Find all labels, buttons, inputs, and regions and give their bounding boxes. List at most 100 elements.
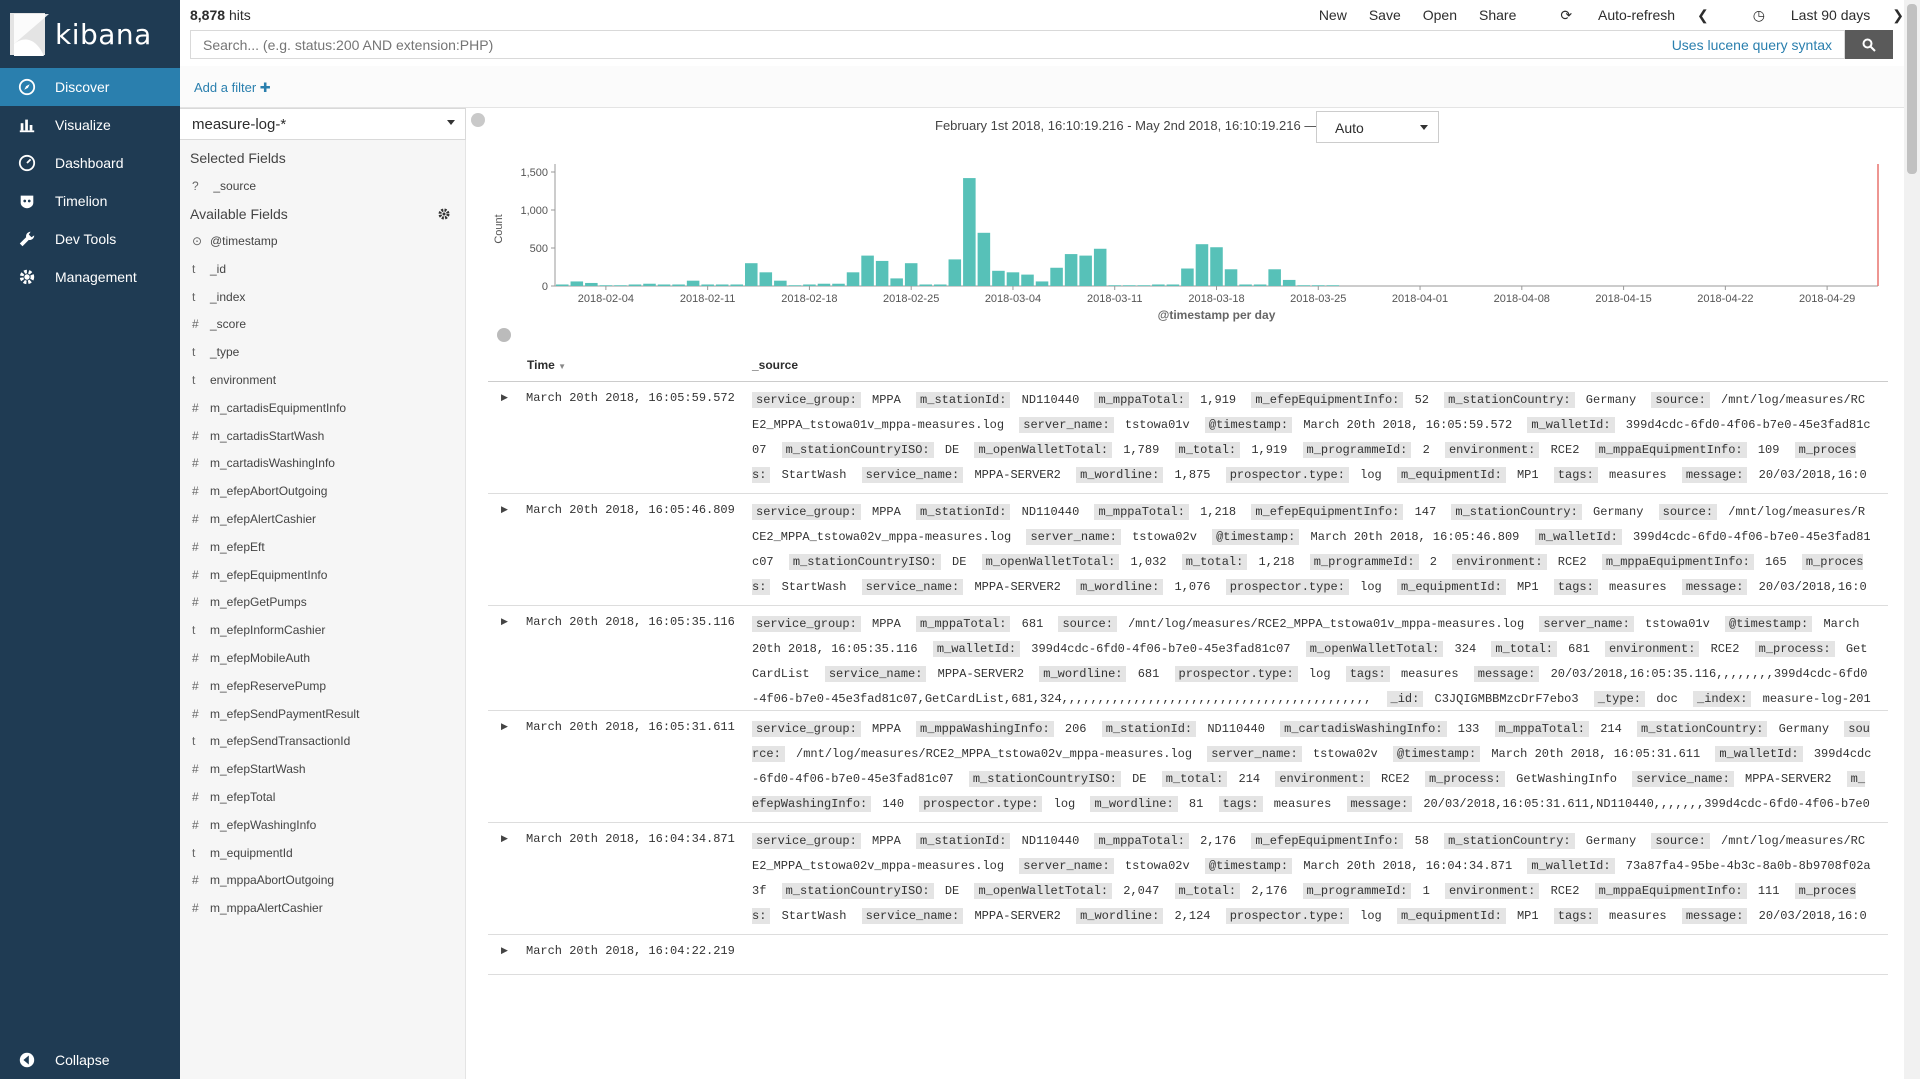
- add-filter-button[interactable]: Add a filter ✚: [194, 80, 271, 96]
- source-key: m_wordline:: [1039, 666, 1127, 682]
- expand-row-icon[interactable]: ▶: [501, 945, 508, 956]
- source-value: RCE2: [1550, 443, 1580, 457]
- open-button[interactable]: Open: [1423, 7, 1457, 23]
- field-item[interactable]: # m_mppaAbortOutgoing: [192, 873, 334, 887]
- table-row[interactable]: ▶ March 20th 2018, 16:04:22.219: [488, 935, 1888, 975]
- table-row[interactable]: ▶ March 20th 2018, 16:05:31.611 service_gr…: [488, 711, 1888, 823]
- field-item[interactable]: # m_efepMobileAuth: [192, 651, 310, 665]
- field-item[interactable]: # m_efepWashingInfo: [192, 818, 316, 832]
- field-item[interactable]: # m_efepStartWash: [192, 762, 306, 776]
- table-row[interactable]: ▶ March 20th 2018, 16:04:34.871 service_gr…: [488, 823, 1888, 935]
- source-value: 214: [1600, 722, 1622, 736]
- nav-item-visualize[interactable]: Visualize: [0, 106, 180, 144]
- source-value: RCE2: [1710, 642, 1740, 656]
- kibana-logo[interactable]: kibana: [0, 0, 180, 68]
- field-settings-gear-icon[interactable]: [438, 208, 450, 220]
- nav-item-dashboard[interactable]: Dashboard: [0, 144, 180, 182]
- histogram-bar: [1050, 267, 1063, 286]
- source-key: _id:: [1386, 691, 1424, 707]
- source-value: DE: [944, 884, 960, 898]
- compass-icon: [17, 77, 37, 97]
- field-item[interactable]: # m_efepTotal: [192, 790, 275, 804]
- auto-refresh-button[interactable]: ⟳ Auto-refresh: [1538, 7, 1675, 24]
- field-name: m_efepStartWash: [210, 762, 306, 777]
- field-item[interactable]: # m_efepEft: [192, 540, 265, 554]
- field-item[interactable]: # m_cartadisStartWash: [192, 429, 324, 443]
- time-next-button[interactable]: ❯: [1892, 7, 1904, 24]
- interval-select[interactable]: Auto: [1316, 111, 1439, 143]
- search-input[interactable]: [191, 31, 1391, 58]
- expand-row-icon[interactable]: ▶: [501, 392, 508, 403]
- kibana-logo-icon: [10, 13, 49, 56]
- sidebar-collapse-icon[interactable]: [471, 113, 485, 127]
- source-value: MP1: [1516, 580, 1539, 594]
- expand-row-icon[interactable]: ▶: [501, 833, 508, 844]
- row-source: service_group: MPPA m_mppaTotal: 681 sou…: [752, 612, 1872, 709]
- field-item[interactable]: t m_efepInformCashier: [192, 623, 325, 637]
- source-value: 324: [1454, 642, 1477, 656]
- source-value: DE: [1132, 772, 1147, 786]
- source-value: 2,124: [1174, 909, 1211, 923]
- source-key: m_openWalletTotal:: [1305, 641, 1444, 657]
- time-column-header[interactable]: Time ▼: [527, 358, 566, 372]
- field-item[interactable]: # m_efepEquipmentInfo: [192, 568, 327, 582]
- field-item[interactable]: # m_efepAlertCashier: [192, 512, 316, 526]
- field-item[interactable]: t m_efepSendTransactionId: [192, 734, 350, 748]
- selected-field-item[interactable]: ? _source: [192, 179, 256, 193]
- field-item[interactable]: t _id: [192, 262, 226, 276]
- time-picker-button[interactable]: ◷ Last 90 days: [1731, 7, 1871, 24]
- expand-row-icon[interactable]: ▶: [501, 616, 508, 627]
- table-row[interactable]: ▶ March 20th 2018, 16:05:35.116 service_gr…: [488, 606, 1888, 711]
- field-item[interactable]: # m_efepReservePump: [192, 679, 326, 693]
- histogram-bar: [803, 284, 816, 286]
- search-button[interactable]: [1845, 30, 1893, 59]
- field-item[interactable]: # m_mppaAlertCashier: [192, 901, 323, 915]
- nav-item-devtools[interactable]: Dev Tools: [0, 220, 180, 258]
- field-type-icon: #: [192, 400, 199, 415]
- time-prev-button[interactable]: ❮: [1697, 7, 1709, 24]
- field-name: _score: [210, 317, 247, 332]
- field-item[interactable]: ⊙ @timestamp: [192, 234, 278, 248]
- share-button[interactable]: Share: [1479, 7, 1516, 23]
- histogram-chart[interactable]: 0 500 1,000 1,500 Count 2018-02-04 2018-02-11 2…: [490, 152, 1890, 327]
- field-item[interactable]: # m_efepAbortOutgoing: [192, 484, 327, 498]
- source-key: server_name:: [1539, 616, 1634, 632]
- expand-row-icon[interactable]: ▶: [501, 504, 508, 515]
- source-value: StartWash: [781, 468, 847, 482]
- source-key: tags:: [1553, 467, 1598, 483]
- table-row[interactable]: ▶ March 20th 2018, 16:05:59.572 service_gr…: [488, 382, 1888, 494]
- field-item[interactable]: # m_cartadisWashingInfo: [192, 456, 335, 470]
- table-row[interactable]: ▶ March 20th 2018, 16:05:46.809 service_gr…: [488, 494, 1888, 606]
- source-value: measures: [1273, 797, 1332, 811]
- source-key: prospector.type:: [919, 796, 1043, 812]
- chart-collapse-icon[interactable]: [497, 328, 511, 342]
- new-button[interactable]: New: [1319, 7, 1347, 23]
- field-item[interactable]: # m_efepGetPumps: [192, 595, 307, 609]
- field-name: m_efepGetPumps: [210, 595, 307, 610]
- save-button[interactable]: Save: [1369, 7, 1401, 23]
- field-item[interactable]: # m_cartadisEquipmentInfo: [192, 401, 346, 415]
- field-item[interactable]: t _type: [192, 345, 239, 359]
- scrollbar-thumb[interactable]: [1907, 4, 1917, 174]
- index-pattern-select[interactable]: measure-log-*: [180, 108, 466, 140]
- field-item[interactable]: # _score: [192, 317, 246, 331]
- field-type-icon: #: [192, 706, 199, 721]
- field-type-icon: ⊙: [192, 234, 203, 248]
- page-scrollbar[interactable]: [1904, 0, 1920, 1079]
- collapse-button[interactable]: Collapse: [0, 1041, 180, 1079]
- histogram-bar: [570, 281, 584, 286]
- source-value: 133: [1457, 722, 1480, 736]
- source-value: measures: [1400, 667, 1459, 681]
- field-item[interactable]: t environment: [192, 373, 276, 387]
- field-type-icon: ?: [192, 179, 199, 193]
- nav-item-timelion[interactable]: Timelion: [0, 182, 180, 220]
- field-name: m_mppaAlertCashier: [210, 901, 323, 916]
- field-item[interactable]: # m_efepSendPaymentResult: [192, 707, 359, 721]
- field-item[interactable]: t m_equipmentId: [192, 846, 293, 860]
- field-type-icon: #: [192, 762, 199, 777]
- field-item[interactable]: t _index: [192, 290, 245, 304]
- expand-row-icon[interactable]: ▶: [501, 721, 508, 732]
- lucene-syntax-link[interactable]: Uses lucene query syntax: [1672, 37, 1832, 53]
- nav-item-management[interactable]: Management: [0, 258, 180, 296]
- nav-item-discover[interactable]: Discover: [0, 68, 180, 106]
